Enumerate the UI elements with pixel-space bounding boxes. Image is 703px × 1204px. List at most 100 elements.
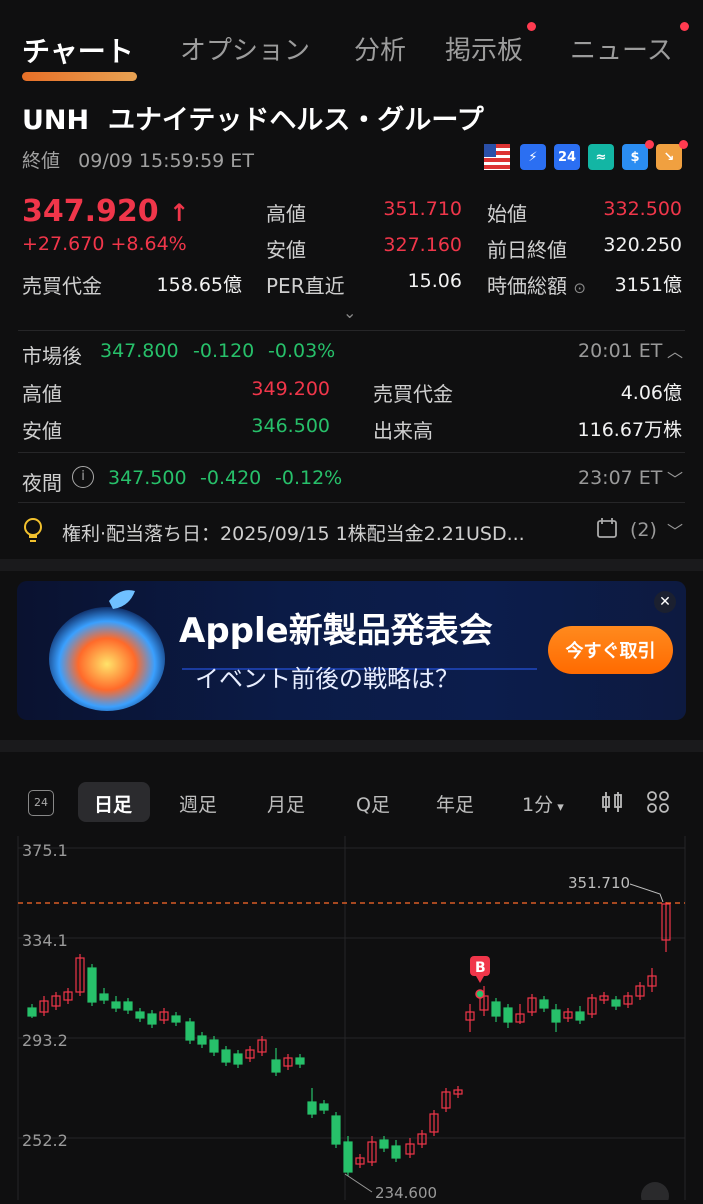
buy-marker[interactable]: B [470, 956, 490, 999]
candle-body [233, 1053, 243, 1065]
tab-yearly[interactable]: 年足 [436, 790, 474, 817]
quote-time: 09/09 15:59:59 ET [78, 150, 254, 172]
ah-low-label: 安値 [22, 419, 62, 443]
divider [18, 452, 685, 453]
market-cap-label: 時価総額 ⊙ [487, 270, 586, 299]
overnight-time: 23:07 ET [578, 467, 663, 489]
candlestick-settings-icon[interactable] [600, 790, 624, 818]
high-marker-line [629, 883, 664, 903]
candle-body [307, 1101, 317, 1115]
chevron-down-icon[interactable]: ﹀ [667, 518, 683, 542]
dividend-text[interactable]: 権利·配当落ち日：2025/09/15 1株配当金2.21USD... [62, 519, 525, 546]
interval-select[interactable]: 1分 ▾ [522, 790, 564, 817]
grid-menu-icon[interactable] [646, 790, 670, 818]
promo-banner[interactable]: Apple新製品発表会 イベント前後の戦略は？ 今すぐ取引 ✕ [17, 581, 686, 720]
candle-body [271, 1059, 281, 1073]
y-tick-label: 334.1 [22, 931, 68, 950]
top-tab-bar: チャート オプション 分析 掲示板 ニュース [0, 22, 703, 81]
close-icon[interactable]: ✕ [654, 591, 676, 613]
divider [18, 330, 685, 331]
ah-volume-label: 出来高 [373, 419, 433, 443]
y-tick-label: 375.1 [22, 841, 68, 860]
buy-marker-text: B [475, 960, 486, 976]
tab-analysis[interactable]: 分析 [354, 30, 406, 67]
candle-body [295, 1057, 305, 1065]
up-arrow-icon: ↑ [169, 199, 190, 227]
chevron-down-icon[interactable]: ⌄ [343, 303, 356, 322]
low-marker-label: 234.600 [375, 1184, 437, 1200]
candle-body [171, 1015, 181, 1023]
tab-board[interactable]: 掲示板 [445, 30, 523, 67]
tab-options[interactable]: オプション [180, 30, 310, 67]
chart-svg: 375.1 334.1 293.2 252.2 351.710 234.600 … [17, 836, 686, 1204]
quote-status: 終値 09/09 15:59:59 ET [22, 146, 254, 173]
high-value: 351.710 [383, 198, 462, 220]
24h-chart-icon[interactable]: 24 [28, 790, 54, 816]
candle-body [331, 1115, 341, 1145]
overnight-label: 夜間 [22, 471, 62, 495]
chart-trend-icon[interactable]: ↘ [656, 144, 682, 170]
candle-body [221, 1049, 231, 1063]
candlestick-chart[interactable]: 375.1 334.1 293.2 252.2 351.710 234.600 … [0, 836, 703, 1204]
tab-quarterly[interactable]: Q足 [356, 790, 390, 817]
ah-volume-value: 116.67万株 [577, 419, 682, 441]
notification-dot [527, 22, 536, 31]
company-name: ユナイテッドヘルス・グループ [107, 105, 484, 136]
lightning-icon[interactable]: ⚡ [520, 144, 546, 170]
candle-body [551, 1009, 561, 1023]
y-tick-label: 252.2 [22, 1131, 68, 1150]
high-marker-label: 351.710 [568, 874, 630, 892]
chevron-down-icon[interactable]: ﹀ [667, 466, 683, 490]
lightbulb-icon [22, 517, 44, 549]
y-tick-label: 293.2 [22, 1031, 68, 1050]
candle-body [135, 1011, 145, 1019]
tab-monthly[interactable]: 月足 [267, 790, 305, 817]
overnight-change: -0.420 [200, 467, 262, 489]
banner-title: Apple新製品発表会 [179, 611, 493, 651]
ah-low-value: 346.500 [251, 415, 330, 437]
us-flag-icon[interactable] [484, 144, 510, 170]
chart-candles [27, 902, 671, 1176]
tab-weekly[interactable]: 週足 [179, 790, 217, 817]
calendar-icon[interactable] [596, 517, 618, 543]
24h-icon[interactable]: 24 [554, 144, 580, 170]
prev-close-value: 320.250 [603, 234, 682, 256]
info-icon[interactable]: ⊙ [573, 279, 586, 297]
after-hours-change: -0.120 [193, 340, 255, 362]
low-value: 327.160 [383, 234, 462, 256]
dollar-icon[interactable]: $ [622, 144, 648, 170]
candle-body [539, 999, 549, 1009]
prev-close-label: 前日終値 [487, 238, 567, 262]
candle-body [27, 1007, 37, 1017]
trend-icon[interactable]: ≈ [588, 144, 614, 170]
chart-corner-control[interactable] [641, 1182, 669, 1204]
market-cap-text: 時価総額 [487, 274, 567, 298]
candle-body [147, 1013, 157, 1025]
notification-dot [645, 140, 654, 149]
candle-body [575, 1011, 585, 1021]
turnover-value: 158.65億 [156, 274, 242, 296]
after-hours-price: 347.800 [100, 340, 179, 362]
tab-daily[interactable]: 日足 [94, 790, 132, 817]
chevron-up-icon[interactable]: ︿ [667, 338, 683, 362]
tab-news[interactable]: ニュース [570, 30, 673, 67]
after-hours-label: 市場後 [22, 344, 82, 368]
tab-chart[interactable]: チャート [22, 30, 134, 70]
open-value: 332.500 [603, 198, 682, 220]
candle-body [319, 1103, 329, 1111]
section-divider [0, 559, 703, 571]
last-price: 347.920 ↑ [22, 194, 189, 229]
turnover-label: 売買代金 [22, 274, 102, 298]
candle-body [209, 1039, 219, 1053]
per-label: PER直近 [266, 274, 345, 298]
notification-dot [679, 140, 688, 149]
ah-high-label: 高値 [22, 382, 62, 406]
candle-body [503, 1007, 513, 1023]
info-icon[interactable]: i [72, 466, 94, 488]
market-cap-value: 3151億 [614, 274, 682, 296]
interval-value: 1分 [522, 794, 554, 816]
after-hours-time: 20:01 ET [578, 340, 663, 362]
trade-now-button[interactable]: 今すぐ取引 [548, 626, 673, 674]
ticker: UNH [22, 105, 90, 136]
candle-body [111, 1001, 121, 1009]
